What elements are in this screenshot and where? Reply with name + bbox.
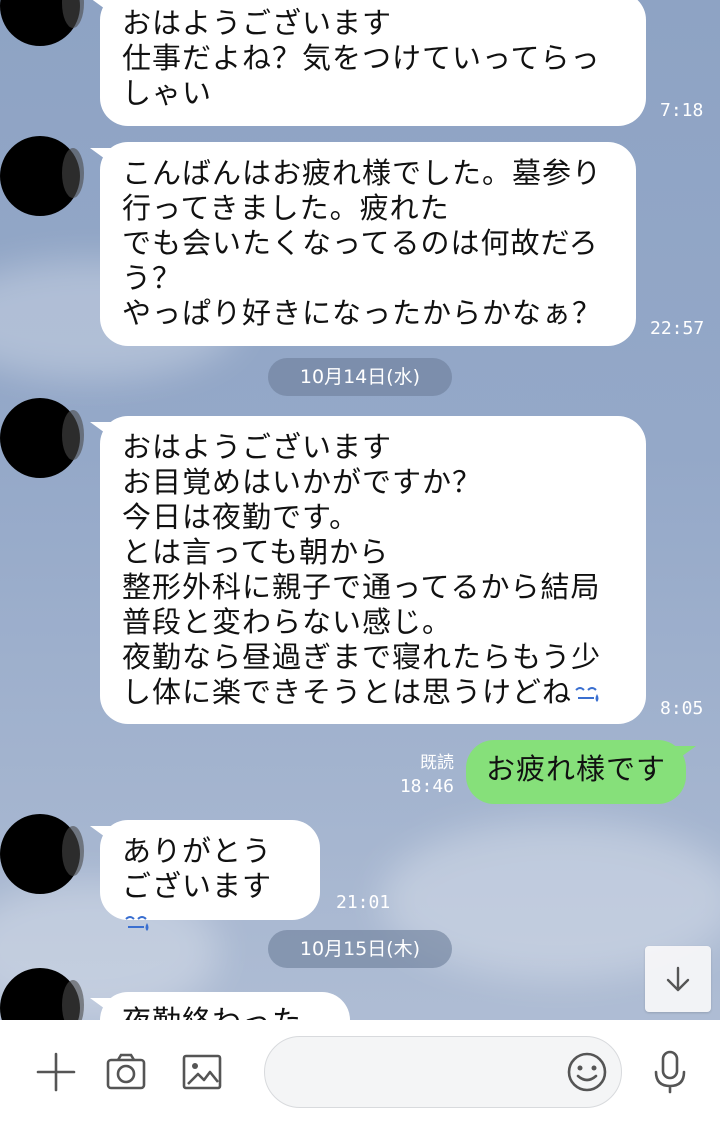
microphone-icon[interactable] xyxy=(648,1050,692,1094)
message-bubble[interactable]: こんばんはお疲れ様でした。墓参り 行ってきました。疲れた でも会いたくなってるの… xyxy=(90,142,636,346)
message-bubble[interactable]: おはようございます お目覚めはいかがですか？ 今日は夜勤です。 とは言っても朝か… xyxy=(90,416,646,724)
message-text: ありがとう ございます xyxy=(122,834,273,903)
message-text: おはようございます お目覚めはいかがですか？ 今日は夜勤です。 とは言っても朝か… xyxy=(122,430,602,709)
outgoing-message-bubble[interactable]: お疲れ様です xyxy=(466,740,696,804)
message-time: 7:18 xyxy=(660,100,704,121)
message-time: 21:01 xyxy=(336,892,391,913)
message-bubble[interactable]: おはようございます 仕事だよね？気をつけていってらっ しゃい xyxy=(90,0,646,126)
avatar[interactable] xyxy=(0,136,84,216)
message-input-field[interactable] xyxy=(264,1036,622,1108)
avatar[interactable] xyxy=(0,0,84,46)
scroll-to-bottom-button[interactable] xyxy=(645,946,711,1012)
plus-icon[interactable] xyxy=(34,1050,78,1094)
message-list[interactable]: おはようございます 仕事だよね？気をつけていってらっ しゃい 7:18 こんばん… xyxy=(0,0,720,1020)
date-separator: 10月14日(水) xyxy=(268,358,452,396)
input-bar xyxy=(0,1020,720,1121)
message-bubble[interactable]: ありがとう ございます xyxy=(90,820,320,931)
avatar[interactable] xyxy=(0,398,84,478)
message-bubble[interactable]: 夜勤終わったよ xyxy=(90,992,350,1020)
arrow-down-icon xyxy=(666,966,690,992)
read-label: 既読 xyxy=(420,753,454,773)
message-time: 22:57 xyxy=(650,318,705,339)
avatar[interactable] xyxy=(0,814,84,894)
date-separator: 10月15日(木) xyxy=(268,930,452,968)
sweat-emoji-icon xyxy=(575,687,599,702)
message-time: 8:05 xyxy=(660,698,704,719)
avatar[interactable] xyxy=(0,968,84,1020)
message-input[interactable] xyxy=(289,1057,553,1089)
emoji-icon[interactable] xyxy=(565,1050,609,1094)
camera-icon[interactable] xyxy=(104,1050,148,1094)
image-icon[interactable] xyxy=(180,1050,224,1094)
sweat-emoji-icon xyxy=(125,916,149,931)
message-time: 18:46 xyxy=(399,776,454,797)
read-receipt: 既読 18:46 xyxy=(398,752,454,798)
chat-screen: おはようございます 仕事だよね？気をつけていってらっ しゃい 7:18 こんばん… xyxy=(0,0,720,1121)
